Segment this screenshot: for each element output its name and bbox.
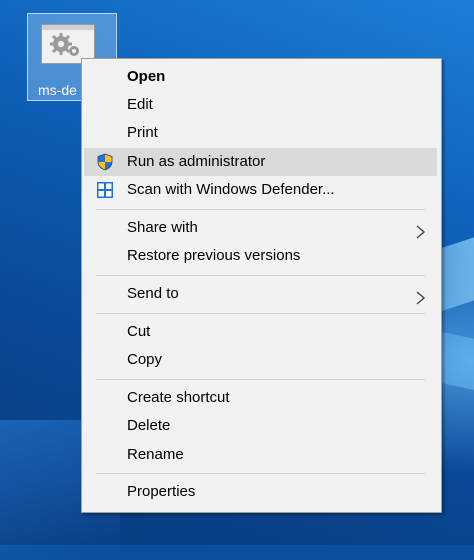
- context-menu: Open Edit Print Run as administrator Sca: [81, 58, 442, 513]
- menu-item-delete[interactable]: Delete: [84, 412, 437, 440]
- menu-item-label: Share with: [127, 219, 198, 236]
- menu-item-send-to[interactable]: Send to: [84, 280, 437, 308]
- menu-item-label: Cut: [127, 323, 151, 340]
- menu-item-create-shortcut[interactable]: Create shortcut: [84, 384, 437, 412]
- menu-item-restore-previous-versions[interactable]: Restore previous versions: [84, 242, 437, 270]
- menu-item-scan-windows-defender[interactable]: Scan with Windows Defender...: [84, 176, 437, 204]
- shield-uac-icon: [96, 153, 114, 171]
- menu-item-label: Open: [127, 68, 166, 85]
- menu-item-label: Send to: [127, 285, 179, 302]
- menu-separator: [96, 473, 425, 474]
- menu-item-share-with[interactable]: Share with: [84, 214, 437, 242]
- desktop-icon-label: ms-de: [38, 82, 77, 98]
- menu-item-copy[interactable]: Copy: [84, 346, 437, 374]
- menu-item-label: Restore previous versions: [127, 247, 301, 264]
- menu-separator: [96, 379, 425, 380]
- menu-separator: [96, 313, 425, 314]
- menu-item-label: Delete: [127, 417, 171, 434]
- menu-item-label: Edit: [127, 96, 153, 113]
- windows-defender-icon: [96, 181, 114, 199]
- menu-item-label: Copy: [127, 351, 163, 368]
- menu-item-open[interactable]: Open: [84, 63, 437, 91]
- chevron-right-icon: [416, 221, 426, 239]
- chevron-right-icon: [416, 287, 426, 305]
- menu-item-label: Scan with Windows Defender...: [127, 181, 335, 198]
- menu-item-rename[interactable]: Rename: [84, 441, 437, 469]
- menu-item-label: Create shortcut: [127, 389, 230, 406]
- menu-item-label: Print: [127, 124, 158, 141]
- menu-item-label: Properties: [127, 483, 196, 500]
- menu-item-edit[interactable]: Edit: [84, 91, 437, 119]
- menu-item-run-as-administrator[interactable]: Run as administrator: [84, 148, 437, 176]
- menu-item-print[interactable]: Print: [84, 119, 437, 147]
- menu-item-cut[interactable]: Cut: [84, 318, 437, 346]
- menu-item-label: Rename: [127, 446, 184, 463]
- menu-item-properties[interactable]: Properties: [84, 478, 437, 506]
- menu-item-label: Run as administrator: [127, 153, 266, 170]
- menu-separator: [96, 275, 425, 276]
- menu-separator: [96, 209, 425, 210]
